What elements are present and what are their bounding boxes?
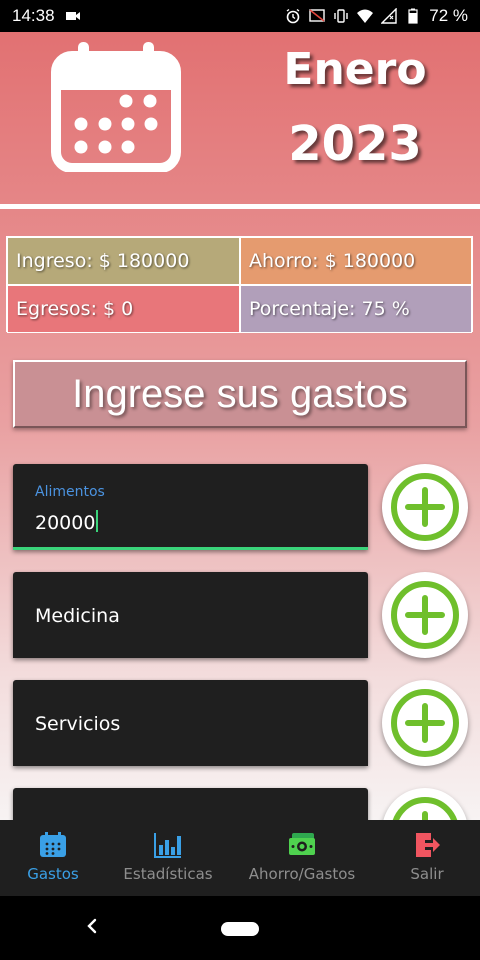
add-medicine-button[interactable]	[382, 572, 468, 658]
section-title-text: Ingrese sus gastos	[72, 371, 408, 416]
add-food-button[interactable]	[382, 464, 468, 550]
add-services-button[interactable]	[382, 680, 468, 766]
food-field-label: Alimentos	[35, 484, 105, 500]
header: Enero 2023	[0, 32, 480, 202]
alarm-icon	[286, 8, 300, 24]
section-title: Ingrese sus gastos	[13, 360, 467, 428]
expenses-cell: Egresos: $ 0	[7, 285, 240, 333]
calendar-icon	[40, 832, 66, 857]
calendar-icon	[51, 42, 181, 172]
medicine-expense-field[interactable]: Medicina	[13, 572, 368, 658]
summary-grid: Ingreso: $ 180000 Ahorro: $ 180000 Egres…	[6, 236, 473, 333]
status-bar: 14:38 72 %	[0, 0, 480, 32]
header-divider	[0, 204, 480, 209]
nav-gastos-label: Gastos	[27, 865, 79, 883]
next-expense-field[interactable]	[13, 788, 368, 820]
home-pill-icon[interactable]	[221, 922, 259, 936]
nav-salir-label: Salir	[410, 865, 444, 883]
signal-icon	[381, 8, 397, 24]
savings-cell: Ahorro: $ 180000	[240, 237, 472, 285]
bar-chart-icon	[154, 833, 181, 858]
nav-gastos[interactable]: Gastos	[0, 820, 106, 896]
plus-circle-icon	[391, 581, 459, 649]
medicine-field-label: Medicina	[35, 605, 120, 627]
services-field-label: Servicios	[35, 713, 121, 735]
food-expense-field[interactable]: Alimentos 20000	[13, 464, 368, 550]
add-next-button[interactable]	[382, 788, 468, 820]
back-icon[interactable]	[84, 916, 100, 936]
money-icon	[289, 833, 315, 855]
focus-underline	[13, 547, 368, 550]
income-cell: Ingreso: $ 180000	[7, 237, 240, 285]
status-time: 14:38	[12, 6, 55, 25]
battery-level: 72 %	[429, 6, 468, 25]
percentage-cell: Porcentaje: 75 %	[240, 285, 472, 333]
services-expense-field[interactable]: Servicios	[13, 680, 368, 766]
video-recording-icon	[65, 12, 80, 20]
nav-ahorro-gastos-label: Ahorro/Gastos	[248, 865, 356, 883]
cast-off-icon	[309, 9, 325, 22]
vibrate-icon	[334, 9, 348, 23]
app-screen: Enero 2023 Ingreso: $ 180000 Ahorro: $ 1…	[0, 32, 480, 820]
food-field-value-text: 20000	[35, 512, 96, 534]
food-field-value: 20000	[35, 510, 99, 534]
nav-estadisticas-label: Estadísticas	[123, 865, 213, 883]
nav-salir[interactable]: Salir	[374, 820, 480, 896]
year-label: 2023	[288, 116, 422, 172]
plus-circle-icon	[392, 797, 458, 820]
nav-ahorro-gastos[interactable]: Ahorro/Gastos	[230, 820, 374, 896]
plus-circle-icon	[391, 473, 459, 541]
month-label: Enero	[283, 44, 427, 95]
exit-icon	[416, 833, 440, 857]
nav-estadisticas[interactable]: Estadísticas	[106, 820, 230, 896]
battery-icon	[408, 8, 418, 24]
bottom-nav: Gastos Estadísticas Ahorro/Gastos Salir	[0, 820, 480, 896]
wifi-icon	[357, 9, 374, 23]
text-caret	[96, 510, 99, 532]
plus-circle-icon	[391, 689, 459, 757]
